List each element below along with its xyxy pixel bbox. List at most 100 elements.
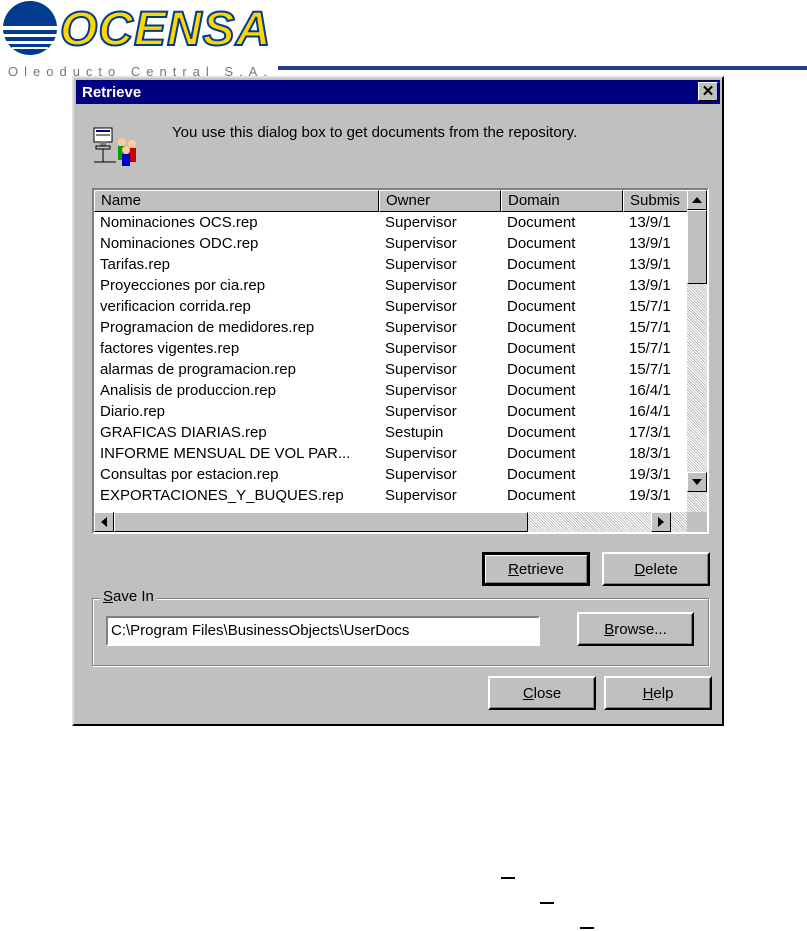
scroll-right-button[interactable] (651, 512, 671, 532)
cell-name: INFORME MENSUAL DE VOL PAR... (100, 445, 351, 462)
browse-accel: B (604, 620, 615, 638)
cell-owner: Supervisor (385, 487, 457, 504)
scroll-up-button[interactable] (687, 190, 707, 210)
save-in-label: Save In (100, 588, 157, 605)
cell-domain: Document (507, 445, 576, 462)
cell-submitted: 15/7/1 (629, 319, 671, 336)
decorative-underline-mark (540, 902, 554, 904)
column-header-name[interactable]: Name (94, 190, 379, 212)
table-row[interactable]: verificacion corrida.rep Supervisor Docume… (94, 296, 691, 317)
cell-owner: Sestupin (385, 424, 444, 441)
table-row[interactable]: GRAFICAS DIARIAS.rep Sestupin Document 17/3… (94, 422, 691, 443)
close-accel: C (522, 684, 534, 702)
list-header: Name Owner Domain Submis (94, 190, 691, 212)
cell-submitted: 15/7/1 (629, 340, 671, 357)
cell-owner: Supervisor (385, 256, 457, 273)
column-header-domain[interactable]: Domain (501, 190, 623, 212)
cell-owner: Supervisor (385, 277, 457, 294)
cell-owner: Supervisor (385, 235, 457, 252)
documents-list[interactable]: Name Owner Domain Submis Nominaciones OC… (92, 188, 709, 534)
scroll-down-button[interactable] (687, 472, 707, 492)
browse-button[interactable]: Browse... (577, 612, 694, 646)
retrieve-accel: R (508, 560, 519, 578)
repository-users-icon (93, 127, 136, 166)
table-row[interactable]: Diario.rep Supervisor Document 16/4/1 (94, 401, 691, 422)
table-row[interactable]: Proyecciones por cia.rep Supervisor Docume… (94, 275, 691, 296)
globe-logo-icon (3, 1, 57, 55)
cell-owner: Supervisor (385, 445, 457, 462)
retrieve-label: etrieve (518, 560, 564, 578)
cell-name: Nominaciones ODC.rep (100, 235, 259, 252)
close-button[interactable]: Close (488, 676, 596, 710)
cell-submitted: 19/3/1 (629, 487, 671, 504)
cell-owner: Supervisor (385, 382, 457, 399)
cell-domain: Document (507, 298, 576, 315)
retrieve-dialog: Retrieve ✕ You use this dialog box to ge… (72, 76, 724, 726)
table-row[interactable]: Analisis de produccion.rep Supervisor Docu… (94, 380, 691, 401)
cell-submitted: 13/9/1 (629, 235, 671, 252)
save-path-input[interactable]: C:\Program Files\BusinessObjects\UserDoc… (106, 616, 540, 646)
cell-domain: Document (507, 277, 576, 294)
cell-submitted: 16/4/1 (629, 403, 671, 420)
arrow-left-icon (101, 517, 107, 527)
cell-domain: Document (507, 466, 576, 483)
cell-submitted: 18/3/1 (629, 445, 671, 462)
browse-label: rowse... (614, 620, 667, 638)
cell-submitted: 15/7/1 (629, 298, 671, 315)
cell-domain: Document (507, 235, 576, 252)
column-header-submitted[interactable]: Submis (623, 190, 691, 212)
list-body: Nominaciones OCS.rep Supervisor Document 13… (94, 212, 691, 510)
scroll-left-button[interactable] (94, 512, 114, 532)
retrieve-button[interactable]: Retrieve (482, 552, 590, 586)
vertical-scrollbar[interactable] (687, 190, 707, 512)
table-row[interactable]: Programacion de medidores.rep Supervisor D… (94, 317, 691, 338)
arrow-down-icon (692, 479, 702, 485)
cell-name: Tarifas.rep (100, 256, 171, 273)
cell-name: Nominaciones OCS.rep (100, 214, 258, 231)
cell-name: factores vigentes.rep (100, 340, 240, 357)
save-in-label-text: ave In (113, 588, 154, 605)
logo-brand-text: OCENSA (59, 2, 272, 57)
horizontal-scroll-thumb[interactable] (114, 512, 528, 532)
cell-domain: Document (507, 256, 576, 273)
cell-name: Programacion de medidores.rep (100, 319, 315, 336)
table-row[interactable]: EXPORTACIONES_Y_BUQUES.rep Supervisor Docu… (94, 485, 691, 506)
save-in-accel: S (103, 588, 114, 605)
cell-submitted: 13/9/1 (629, 256, 671, 273)
delete-label: elete (645, 560, 678, 578)
cell-domain: Document (507, 487, 576, 504)
close-label: lose (533, 684, 562, 702)
close-icon: ✕ (701, 83, 715, 100)
logo-divider (278, 66, 807, 70)
cell-name: Diario.rep (100, 403, 166, 420)
close-window-button[interactable]: ✕ (698, 82, 718, 101)
column-header-owner[interactable]: Owner (379, 190, 501, 212)
table-row[interactable]: alarmas de programacion.rep Supervisor Doc… (94, 359, 691, 380)
cell-domain: Document (507, 382, 576, 399)
table-row[interactable]: Consultas por estacion.rep Supervisor Docu… (94, 464, 691, 485)
delete-button[interactable]: Delete (602, 552, 710, 586)
table-row[interactable]: Nominaciones OCS.rep Supervisor Document 13… (94, 212, 691, 233)
scrollbar-corner (687, 512, 707, 532)
dialog-description: You use this dialog box to get documents… (172, 124, 578, 141)
arrow-right-icon (658, 517, 664, 527)
cell-submitted: 16/4/1 (629, 382, 671, 399)
cell-submitted: 15/7/1 (629, 361, 671, 378)
vertical-scroll-thumb[interactable] (687, 210, 707, 284)
cell-domain: Document (507, 340, 576, 357)
cell-name: Proyecciones por cia.rep (100, 277, 266, 294)
horizontal-scrollbar[interactable] (94, 512, 691, 532)
cell-submitted: 19/3/1 (629, 466, 671, 483)
delete-accel: D (634, 560, 646, 578)
cell-owner: Supervisor (385, 340, 457, 357)
cell-submitted: 17/3/1 (629, 424, 671, 441)
table-row[interactable]: INFORME MENSUAL DE VOL PAR... Supervisor D… (94, 443, 691, 464)
cell-domain: Document (507, 424, 576, 441)
help-button[interactable]: Help (604, 676, 712, 710)
cell-domain: Document (507, 319, 576, 336)
help-accel: H (642, 684, 654, 702)
table-row[interactable]: factores vigentes.rep Supervisor Document 1… (94, 338, 691, 359)
cell-name: Analisis de produccion.rep (100, 382, 276, 399)
table-row[interactable]: Nominaciones ODC.rep Supervisor Document 13… (94, 233, 691, 254)
table-row[interactable]: Tarifas.rep Supervisor Document 13/9/1 (94, 254, 691, 275)
